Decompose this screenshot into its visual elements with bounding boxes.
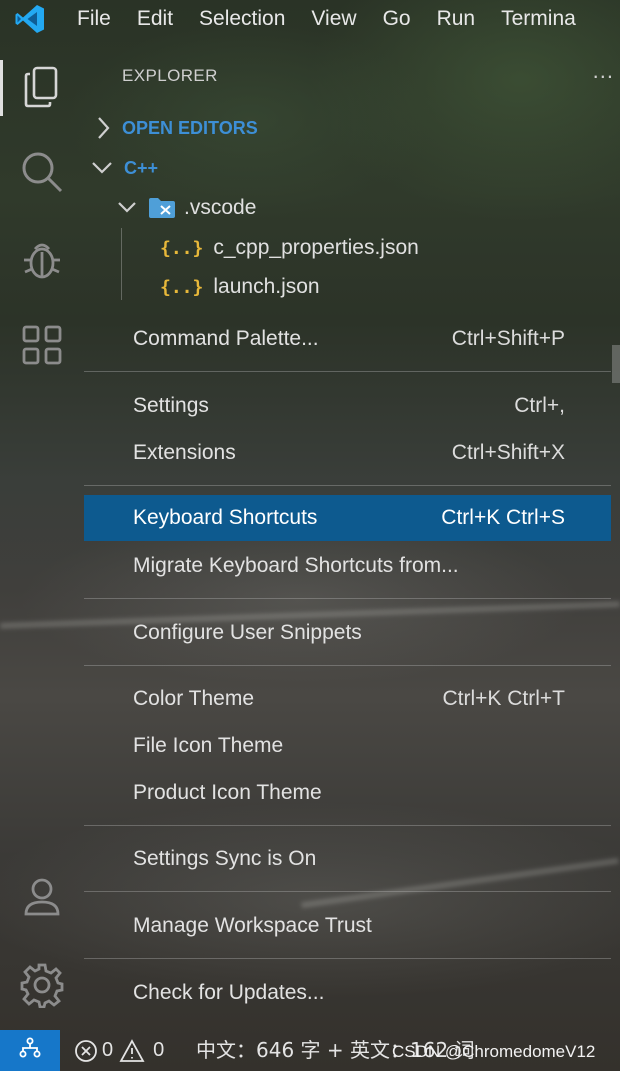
error-count: 0 <box>102 1039 114 1061</box>
more-actions-icon[interactable]: ... <box>593 58 614 84</box>
menu-item-label: Configure User Snippets <box>133 621 362 644</box>
explorer-activity[interactable] <box>0 54 84 124</box>
chevron-down-icon <box>90 159 114 177</box>
menu-item-extensions[interactable]: Extensions Ctrl+Shift+X <box>84 430 611 476</box>
account-icon <box>22 876 62 923</box>
search-icon <box>19 149 65 200</box>
menu-item-shortcut: Ctrl+K Ctrl+T <box>442 687 565 710</box>
explorer-title: EXPLORER <box>122 66 218 85</box>
menubar: File Edit Selection View Go Run Termina <box>0 0 620 38</box>
menu-item-label: Migrate Keyboard Shortcuts from... <box>133 554 459 577</box>
activity-bar <box>0 38 84 1030</box>
error-icon <box>74 1039 98 1063</box>
chevron-down-icon <box>116 199 138 217</box>
workspace-section[interactable]: C++ <box>90 150 158 186</box>
menu-separator <box>84 891 611 892</box>
menu-item-shortcut: Ctrl+Shift+X <box>451 441 565 464</box>
menu-item-label: Command Palette... <box>133 327 319 350</box>
menu-item-shortcut: Ctrl+Shift+P <box>451 327 565 350</box>
search-activity[interactable] <box>0 139 84 209</box>
menu-separator <box>84 825 611 826</box>
menu-item-color-theme[interactable]: Color Theme Ctrl+K Ctrl+T <box>84 676 611 722</box>
scrollbar-thumb[interactable] <box>612 345 620 383</box>
menu-item-label: Settings Sync is On <box>133 847 317 870</box>
manage-activity[interactable] <box>0 952 84 1022</box>
menu-go[interactable]: Go <box>370 0 424 38</box>
menu-item-label: Extensions <box>133 441 236 464</box>
menu-separator <box>84 958 611 959</box>
menu-separator <box>84 598 611 599</box>
menu-item-shortcut: Ctrl+, <box>514 394 565 417</box>
json-file-icon: {..} <box>160 237 204 259</box>
warning-count: 0 <box>153 1039 165 1061</box>
menu-item-shortcut: Ctrl+K Ctrl+S <box>441 506 565 529</box>
chevron-right-icon <box>94 115 112 141</box>
menu-separator <box>84 371 611 372</box>
manage-menu: Command Palette... Ctrl+Shift+P Settings… <box>84 312 611 1030</box>
menu-item-label: Keyboard Shortcuts <box>133 506 318 529</box>
menu-item-label: Color Theme <box>133 687 254 710</box>
menu-item-label: Settings <box>133 394 209 417</box>
menu-terminal[interactable]: Termina <box>488 0 589 38</box>
menu-item-label: File Icon Theme <box>133 734 284 757</box>
menu-item-manage-workspace-trust[interactable]: Manage Workspace Trust <box>84 903 611 949</box>
json-file-icon: {..} <box>160 276 204 298</box>
menu-item-command-palette[interactable]: Command Palette... Ctrl+Shift+P <box>84 316 611 362</box>
extensions-activity[interactable] <box>0 312 84 382</box>
files-icon <box>22 65 62 114</box>
watermark: CSDN @ChromedomeV12 <box>392 1042 596 1061</box>
warning-icon <box>119 1038 145 1063</box>
file-label: launch.json <box>213 275 320 298</box>
gear-icon <box>19 962 65 1013</box>
file-label: c_cpp_properties.json <box>213 236 419 259</box>
debug-icon <box>20 236 64 287</box>
vscode-logo-icon <box>0 0 60 38</box>
remote-icon <box>19 1037 41 1064</box>
tree-indent-guide <box>121 228 122 300</box>
vscode-folder-icon <box>148 197 176 219</box>
menu-view[interactable]: View <box>298 0 369 38</box>
menu-file[interactable]: File <box>60 0 124 38</box>
explorer-panel: EXPLORER ... OPEN EDITORS C++ .vscode {.… <box>84 38 620 308</box>
menu-item-settings[interactable]: Settings Ctrl+, <box>84 383 611 429</box>
problems-indicator[interactable]: 0 0 <box>74 1038 165 1063</box>
file-launch-json[interactable]: {..} launch.json <box>160 269 320 305</box>
menu-item-file-icon-theme[interactable]: File Icon Theme <box>84 723 611 769</box>
debug-activity[interactable] <box>0 226 84 296</box>
menu-item-keyboard-shortcuts[interactable]: Keyboard Shortcuts Ctrl+K Ctrl+S <box>84 495 611 541</box>
menu-run[interactable]: Run <box>424 0 489 38</box>
menu-item-product-icon-theme[interactable]: Product Icon Theme <box>84 770 611 816</box>
open-editors-section[interactable]: OPEN EDITORS <box>94 110 258 146</box>
file-c-cpp-properties[interactable]: {..} c_cpp_properties.json <box>160 230 419 266</box>
workspace-label: C++ <box>124 157 159 178</box>
menu-item-label: Manage Workspace Trust <box>133 914 372 937</box>
menu-separator <box>84 485 611 486</box>
menu-item-settings-sync[interactable]: Settings Sync is On <box>84 836 611 882</box>
remote-indicator[interactable] <box>0 1030 60 1071</box>
menu-separator <box>84 665 611 666</box>
open-editors-label: OPEN EDITORS <box>122 117 258 138</box>
menu-item-label: Check for Updates... <box>133 981 325 1004</box>
accounts-activity[interactable] <box>0 864 84 934</box>
extensions-icon <box>21 324 63 371</box>
folder-vscode[interactable]: .vscode <box>116 190 256 226</box>
menu-edit[interactable]: Edit <box>124 0 186 38</box>
menu-item-label: Product Icon Theme <box>133 781 322 804</box>
menu-item-configure-user-snippets[interactable]: Configure User Snippets <box>84 610 611 656</box>
menu-item-migrate-keyboard-shortcuts[interactable]: Migrate Keyboard Shortcuts from... <box>84 543 611 589</box>
menu-selection[interactable]: Selection <box>186 0 298 38</box>
menu-item-check-for-updates[interactable]: Check for Updates... <box>84 970 611 1016</box>
folder-label: .vscode <box>184 196 257 219</box>
